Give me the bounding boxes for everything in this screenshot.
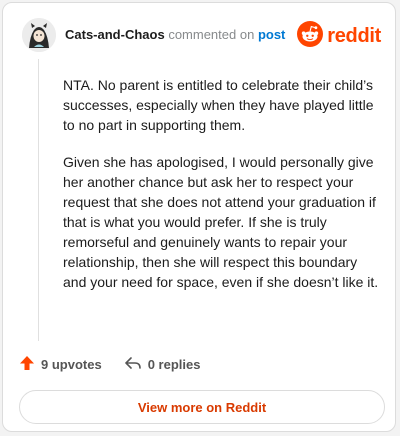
thread-line[interactable]	[38, 59, 39, 341]
replies-button[interactable]: 0 replies	[124, 355, 201, 374]
reddit-snoo-icon	[297, 21, 324, 52]
reddit-wordmark: reddit	[327, 25, 381, 47]
upvote-count: 9 upvotes	[41, 357, 102, 372]
comment-paragraph: NTA. No parent is entitled to celebrate …	[63, 77, 374, 133]
comment-card: Cats-and-Chaos commented on post reddit …	[2, 2, 396, 432]
comment-body: NTA. No parent is entitled to celebrate …	[63, 75, 383, 309]
comment-header: Cats-and-Chaos commented on post	[65, 27, 285, 42]
comment-actions: 9 upvotes 0 replies	[19, 355, 200, 374]
avatar[interactable]	[22, 18, 56, 52]
reply-count: 0 replies	[147, 357, 201, 372]
commented-on-text: commented on	[168, 27, 255, 42]
view-more-button[interactable]: View more on Reddit	[19, 390, 385, 424]
reply-icon	[124, 355, 142, 374]
upvote-button[interactable]: 9 upvotes	[19, 355, 102, 374]
comment-paragraph: Given she has apologised, I would person…	[63, 154, 379, 290]
username[interactable]: Cats-and-Chaos	[65, 27, 165, 42]
post-link[interactable]: post	[258, 27, 285, 42]
reddit-logo[interactable]: reddit	[297, 21, 381, 52]
upvote-arrow-icon	[19, 355, 35, 374]
